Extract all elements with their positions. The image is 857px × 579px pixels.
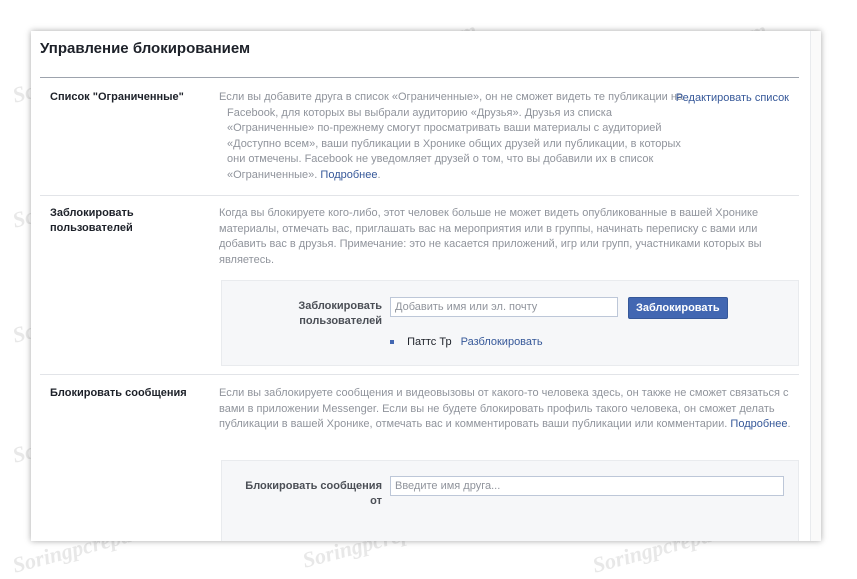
block-messages-description: Если вы заблокируете сообщения и видеовы…	[219, 386, 791, 433]
block-button[interactable]: Заблокировать	[628, 297, 728, 319]
block-messages-field-label: Блокировать сообщения от	[245, 480, 382, 507]
block-users-label: Заблокировать пользователей	[50, 207, 134, 234]
page-title: Управление блокированием	[40, 40, 251, 57]
blocked-user-item: Паттс Тр Разблокировать	[390, 336, 543, 348]
block-users-description: Когда вы блокируете кого-либо, этот чело…	[219, 207, 762, 266]
blocking-settings-panel: Управление блокированием Список "Огранич…	[31, 31, 821, 541]
blocked-user-name: Паттс Тр	[407, 336, 452, 348]
restricted-list-label: Список "Ограниченные"	[50, 91, 184, 103]
block-messages-section: Блокировать сообщения Если вы заблокируе…	[40, 374, 799, 541]
scrollbar[interactable]	[810, 31, 821, 541]
restricted-list-text: Если вы добавите друга в список «Огранич…	[219, 91, 684, 181]
edit-list-link[interactable]: Редактировать список	[676, 92, 789, 104]
bullet-icon	[390, 340, 394, 345]
restricted-list-description: Если вы добавите друга в список «Огранич…	[219, 90, 687, 183]
block-users-form: Заблокировать пользователей Заблокироват…	[221, 280, 799, 366]
block-messages-text: Если вы заблокируете сообщения и видеовы…	[219, 387, 789, 430]
block-messages-label: Блокировать сообщения	[50, 387, 187, 399]
unblock-link[interactable]: Разблокировать	[461, 336, 543, 348]
block-messages-input[interactable]	[390, 476, 784, 496]
period: .	[377, 168, 381, 181]
restricted-more-link[interactable]: Подробнее	[320, 169, 377, 181]
block-users-input[interactable]	[390, 297, 618, 317]
block-users-field-label: Заблокировать пользователей	[298, 300, 382, 327]
period: .	[787, 418, 791, 430]
restricted-list-section: Список "Ограниченные" Если вы добавите д…	[40, 78, 799, 196]
block-messages-more-link[interactable]: Подробнее	[730, 418, 787, 430]
block-messages-form: Блокировать сообщения от	[221, 460, 799, 541]
block-users-section: Заблокировать пользователей Когда вы бло…	[40, 195, 799, 374]
